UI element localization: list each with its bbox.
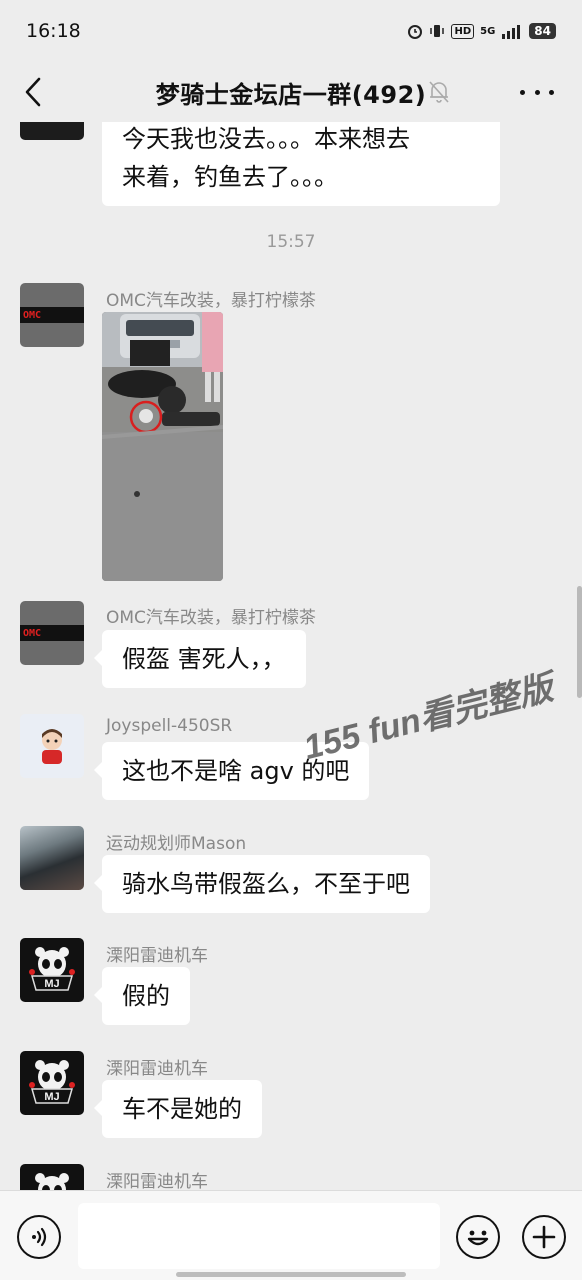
sender-name: OMC汽车改装，暴打柠檬茶 (106, 291, 316, 311)
chat-title: 梦骑士金坛店一群(492) (155, 80, 427, 109)
message-bubble[interactable]: 假盔 害死人，， (94, 630, 306, 688)
message-bubble[interactable]: 车不是她的 (94, 1080, 262, 1138)
nav-bar: 梦骑士金坛店一群(492) (0, 62, 582, 122)
message-text: 假盔 害死人，， (122, 645, 286, 673)
scrollbar[interactable] (577, 586, 582, 698)
cartoon-avatar-icon (42, 729, 62, 764)
avatar-logo-text: MJ (44, 978, 59, 990)
sender-name: OMC汽车改装，暴打柠檬茶 (106, 608, 316, 628)
hd-badge: HD (451, 23, 475, 39)
message-text: 今天我也没去。。。本来想去 (122, 125, 410, 153)
status-bar: 16:18 HD 5G 84 (0, 0, 582, 62)
home-indicator[interactable] (176, 1272, 406, 1277)
avatar[interactable] (20, 122, 84, 140)
message-input[interactable] (78, 1203, 440, 1269)
more-icon-dot (549, 89, 554, 95)
avatar[interactable] (20, 826, 84, 890)
avatar-logo: OMC (20, 307, 84, 323)
more-icon-dot (534, 89, 540, 95)
status-icons: HD 5G 84 (407, 23, 556, 39)
avatar-logo: OMC (20, 625, 84, 641)
vibrate-icon (430, 25, 445, 37)
avatar-logo-text: OMC (23, 309, 42, 321)
avatar[interactable]: OMC (20, 601, 84, 665)
panda-logo-icon: MJ (35, 1173, 69, 1190)
avatar-logo-text: OMC (23, 627, 42, 639)
panda-logo-icon: MJ (29, 947, 75, 991)
sender-name: 运动规划师Mason (106, 834, 247, 854)
time-separator: 15:57 (266, 232, 316, 252)
input-bar (0, 1190, 582, 1280)
accident-photo (102, 312, 223, 581)
avatar[interactable]: MJ (20, 1164, 84, 1190)
more-button[interactable] (520, 80, 554, 104)
voice-button[interactable] (17, 1215, 61, 1259)
avatar[interactable] (20, 714, 84, 778)
message-text: 骑水鸟带假盔么，不至于吧 (122, 870, 410, 898)
network-label: 5G (480, 25, 496, 37)
sender-name: 溧阳雷迪机车 (106, 1172, 208, 1190)
sender-name: Joyspell-450SR (106, 716, 233, 736)
sender-name: 溧阳雷迪机车 (106, 1059, 208, 1079)
message-bubble[interactable]: 假的 (94, 967, 190, 1025)
message-text: 假的 (122, 982, 170, 1010)
message-bubble[interactable]: 今天我也没去。。。本来想去 来着，钓鱼去了。。。 (102, 122, 500, 206)
bell-off-icon (429, 81, 449, 103)
avatar[interactable]: MJ (20, 938, 84, 1002)
battery-indicator: 84 (529, 23, 556, 39)
message-image[interactable] (102, 312, 223, 581)
emoji-button[interactable] (456, 1215, 500, 1259)
more-icon (520, 89, 525, 95)
chat-history[interactable]: 今天我也没去。。。本来想去 来着，钓鱼去了。。。 15:57 OMC OMC汽车… (0, 122, 582, 1190)
alarm-icon (408, 25, 423, 39)
message-text: 车不是她的 (122, 1095, 242, 1123)
avatar[interactable]: OMC (20, 283, 84, 347)
avatar-logo-text: MJ (44, 1091, 59, 1103)
plus-icon (532, 1225, 556, 1249)
panda-logo-icon: MJ (29, 1060, 75, 1104)
voice-icon (32, 1227, 47, 1247)
emoji-icon (467, 1230, 489, 1246)
plus-button[interactable] (522, 1215, 566, 1259)
status-time: 16:18 (26, 20, 81, 42)
message-text: 来着，钓鱼去了。。。 (122, 163, 338, 191)
avatar[interactable]: MJ (20, 1051, 84, 1115)
signal-icon (502, 25, 521, 39)
message-bubble[interactable]: 骑水鸟带假盔么，不至于吧 (94, 855, 430, 913)
sender-name: 溧阳雷迪机车 (106, 946, 208, 966)
